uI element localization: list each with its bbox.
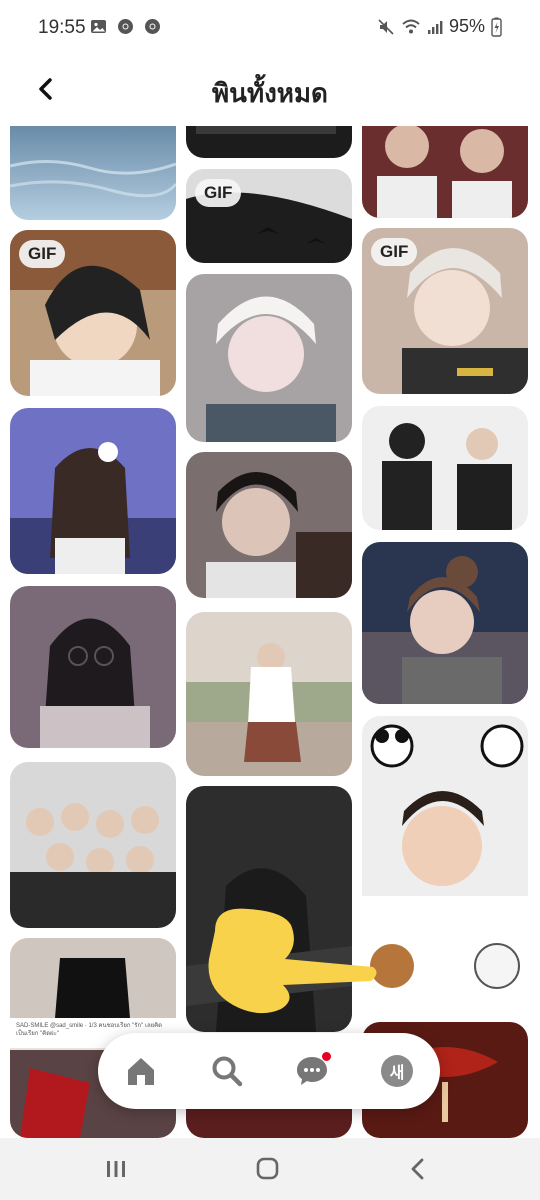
pin-image [186,452,352,598]
page-title: พินทั้งหมด [212,78,328,108]
pin-gif-anime-boy[interactable]: GIF [10,230,176,396]
nav-search[interactable] [204,1048,250,1094]
pin-girl-bun[interactable] [362,542,528,704]
mute-icon [378,18,394,35]
gif-badge: GIF [19,240,66,268]
pin-image [10,586,176,748]
pin-street-duo[interactable] [362,406,528,530]
home-system-button[interactable] [247,1152,287,1186]
home-icon [128,1058,154,1085]
gallery-icon [91,20,106,33]
pin-image [10,762,176,928]
pin-image [186,126,352,158]
pin-gif-anime-white[interactable]: GIF [362,228,528,394]
back-arrow-icon [411,1158,424,1180]
status-system-icons: 95% [377,16,502,37]
gif-badge: GIF [371,238,418,266]
pin-boy-portrait[interactable] [186,452,352,598]
pin-image [362,126,528,218]
nav-profile[interactable]: 새 [374,1048,420,1094]
avatar: 새 [381,1055,413,1087]
pin-image [362,542,528,704]
pin-boy-panda[interactable] [362,716,528,1006]
pin-water[interactable] [10,126,176,220]
pin-image [186,274,352,442]
chrome-icon [145,19,160,34]
pin-group-photo[interactable] [10,762,176,928]
search-icon [212,1056,243,1087]
pin-dark-top[interactable] [186,126,352,158]
header: พินทั้งหมด [0,56,540,126]
system-nav-bar [0,1138,540,1200]
battery-charging-icon [491,17,502,37]
pin-girl-flower[interactable] [10,408,176,574]
nav-messages[interactable] [289,1048,335,1094]
wifi-icon [402,19,420,33]
bottom-nav-bar: 새 [98,1033,440,1109]
signal-icon [427,20,443,34]
pin-gif-birds[interactable]: GIF [186,169,352,263]
pin-image [10,126,176,220]
home-circle-icon [256,1157,279,1180]
pin-image [362,716,528,1006]
gif-badge: GIF [195,179,242,207]
pin-image [362,406,528,530]
pin-boys-red[interactable] [362,126,528,218]
recents-icon [107,1161,125,1177]
pin-girl-garden[interactable] [186,612,352,776]
pin-grid[interactable]: GIF SAD-SMILE @sad_smile · 1/3 คนชอบเรีย… [0,126,540,1138]
pin-image [10,408,176,574]
battery-percent: 95% [448,16,485,36]
status-notification-icons [90,18,161,35]
back-system-button[interactable] [398,1152,438,1186]
chrome-icon [118,19,133,34]
pin-girl-glasses[interactable] [10,586,176,748]
status-bar: 19:55 95% [0,0,540,56]
nav-home[interactable] [118,1048,164,1094]
recents-button[interactable] [96,1152,136,1186]
pointing-hand-drawing [208,908,377,1014]
notification-badge [322,1052,331,1061]
pin-image [186,612,352,776]
status-time: 19:55 [38,17,86,38]
pin-anime-white-hair[interactable] [186,274,352,442]
